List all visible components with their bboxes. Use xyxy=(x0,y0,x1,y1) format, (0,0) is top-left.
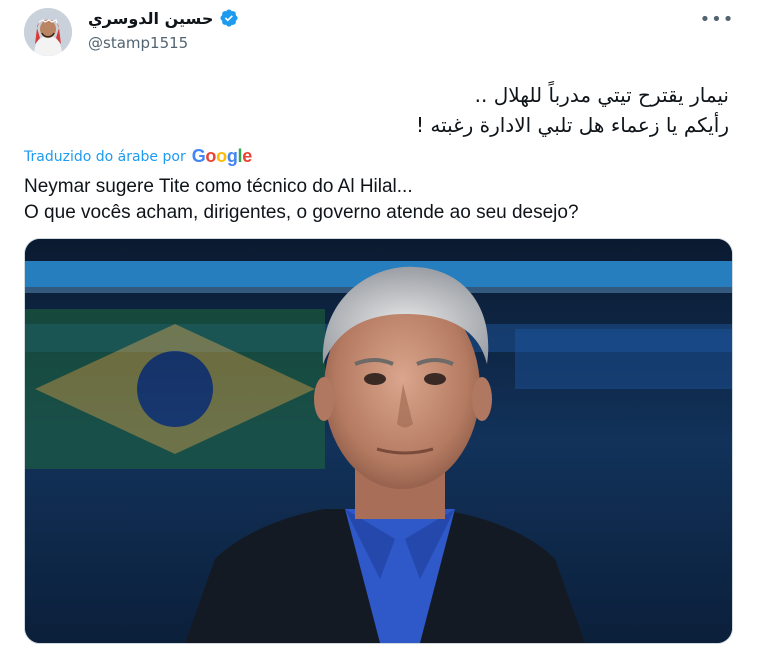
translated-by-label: Traduzido do árabe por xyxy=(24,148,186,165)
tweet-original-text: نيمار يقترح تيتي مدرباً للهلال .. رأيكم … xyxy=(49,80,729,140)
original-line-1: نيمار يقترح تيتي مدرباً للهلال .. xyxy=(474,83,729,107)
translated-line-2: O que vocês acham, dirigentes, o governo… xyxy=(24,202,579,223)
more-horizontal-icon[interactable]: ••• xyxy=(699,6,735,32)
translated-line-1: Neymar sugere Tite como técnico do Al Hi… xyxy=(24,176,413,197)
tweet-photo[interactable] xyxy=(24,238,733,644)
photo-content xyxy=(25,239,732,643)
author-row: حسين الدوسري xyxy=(88,8,239,28)
author-handle[interactable]: @stamp1515 xyxy=(88,34,188,52)
google-logo: Google xyxy=(191,146,253,166)
original-line-2: رأيكم يا زعماء هل تلبي الادارة رغبته ! xyxy=(415,113,729,137)
translation-attribution[interactable]: Traduzido do árabe por Google xyxy=(24,146,252,167)
tweet-translated-text: Neymar sugere Tite como técnico do Al Hi… xyxy=(24,174,734,226)
tweet-card: حسين الدوسري @stamp1515 ••• نيمار يقترح … xyxy=(0,0,759,649)
verified-badge-icon xyxy=(220,9,238,27)
avatar[interactable] xyxy=(24,8,72,56)
author-name[interactable]: حسين الدوسري xyxy=(88,9,213,28)
